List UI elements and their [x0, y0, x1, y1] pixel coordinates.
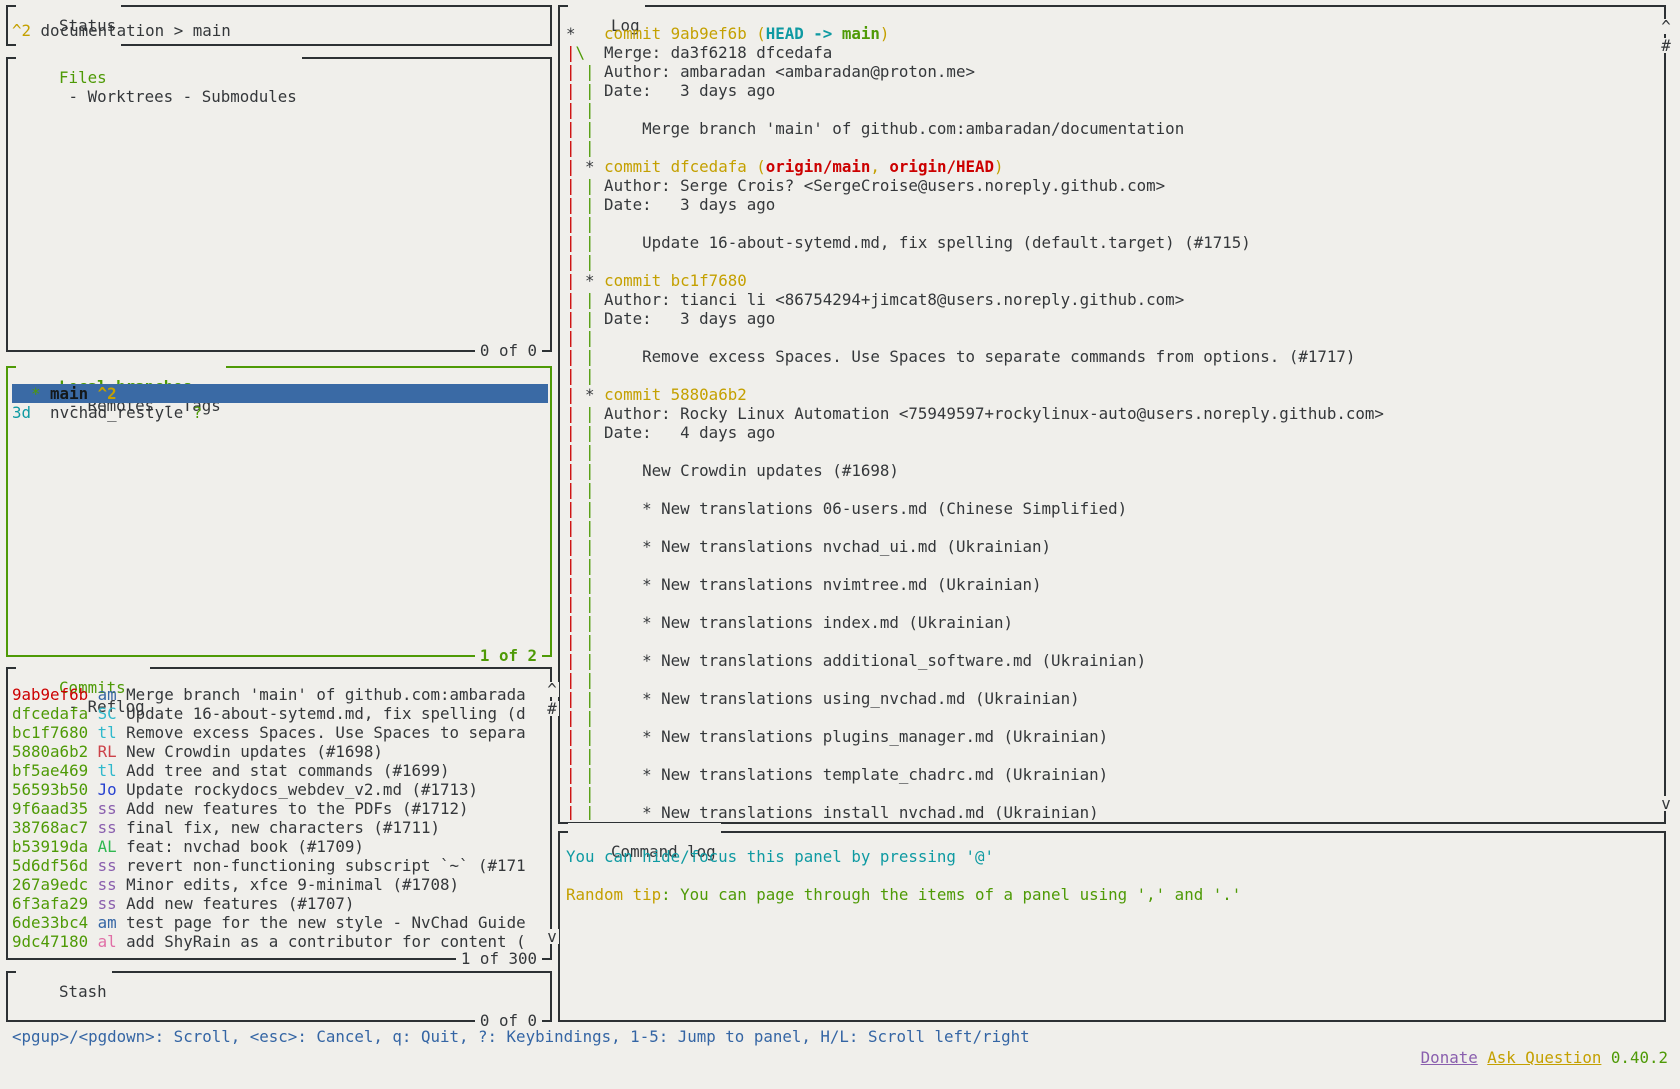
commit-row[interactable]: b53919da AL feat: nvchad book (#1709)	[12, 837, 548, 856]
branches-count: 1 of 2	[475, 646, 542, 665]
log-row[interactable]: | | Update 16-about-sytemd.md, fix spell…	[566, 233, 1662, 252]
branch-row[interactable]: * main ^2	[12, 384, 548, 403]
status-panel[interactable]: Status ^2 documentation > main	[6, 5, 552, 46]
log-row[interactable]: | | * New translations nvchad_ui.md (Ukr…	[566, 537, 1662, 556]
log-row[interactable]: | |	[566, 442, 1662, 461]
commit-row[interactable]: 9ab9ef6b am Merge branch 'main' of githu…	[12, 685, 548, 704]
status-bar-right: Donate Ask Question 0.40.2	[1383, 1026, 1668, 1048]
log-row[interactable]: | | * New translations additional_softwa…	[566, 651, 1662, 670]
scroll-down-icon[interactable]: v	[1659, 796, 1673, 811]
log-row[interactable]: | |	[566, 138, 1662, 157]
log-row[interactable]: | |	[566, 366, 1662, 385]
commit-row[interactable]: 6f3afa29 ss Add new features (#1707)	[12, 894, 548, 913]
commits-list: 9ab9ef6b am Merge branch 'main' of githu…	[12, 685, 548, 956]
log-row[interactable]: | |	[566, 746, 1662, 765]
commit-row[interactable]: bc1f7680 tl Remove excess Spaces. Use Sp…	[12, 723, 548, 742]
log-row[interactable]: | | Merge branch 'main' of github.com:am…	[566, 119, 1662, 138]
scroll-up-icon[interactable]: ^	[1659, 19, 1673, 34]
log-panel[interactable]: Log * commit 9ab9ef6b (HEAD -> main)|\ M…	[558, 5, 1666, 824]
commit-row[interactable]: 267a9edc ss Minor edits, xfce 9-minimal …	[12, 875, 548, 894]
status-line: ^2 documentation > main	[12, 21, 548, 40]
log-row[interactable]: | | New Crowdin updates (#1698)	[566, 461, 1662, 480]
log-row[interactable]: | |	[566, 328, 1662, 347]
log-row[interactable]: |\ Merge: da3f6218 dfcedafa	[566, 43, 1662, 62]
log-row[interactable]: | | Author: Serge Crois? <SergeCroise@us…	[566, 176, 1662, 195]
log-row[interactable]: | * commit bc1f7680	[566, 271, 1662, 290]
donate-link[interactable]: Donate	[1421, 1048, 1478, 1067]
scroll-down-icon[interactable]: v	[545, 929, 559, 944]
log-row[interactable]: | * commit 5880a6b2	[566, 385, 1662, 404]
status-content: ^2 documentation > main	[12, 21, 548, 42]
commit-row[interactable]: 6de33bc4 am test page for the new style …	[12, 913, 548, 932]
log-row[interactable]: | |	[566, 632, 1662, 651]
log-row[interactable]: | | * New translations install_nvchad.md…	[566, 803, 1662, 820]
log-row[interactable]: | |	[566, 556, 1662, 575]
log-row[interactable]: | |	[566, 594, 1662, 613]
log-row[interactable]: | | Author: Rocky Linux Automation <7594…	[566, 404, 1662, 423]
ask-question-link[interactable]: Ask Question	[1487, 1048, 1601, 1067]
commit-row[interactable]: 38768ac7 ss final fix, new characters (#…	[12, 818, 548, 837]
log-row[interactable]: * commit 9ab9ef6b (HEAD -> main)	[566, 24, 1662, 43]
lazygit-terminal: { "palette":{ "bg":"#f0efeb","fg":"#3437…	[0, 0, 1680, 1050]
commit-row[interactable]: dfcedafa SC Update 16-about-sytemd.md, f…	[12, 704, 548, 723]
log-row[interactable]: | |	[566, 214, 1662, 233]
log-row[interactable]: | | * New translations nvimtree.md (Ukra…	[566, 575, 1662, 594]
log-row[interactable]: | | * New translations 06-users.md (Chin…	[566, 499, 1662, 518]
log-row[interactable]: | |	[566, 708, 1662, 727]
log-row[interactable]: | | * New translations template_chadrc.m…	[566, 765, 1662, 784]
commit-row[interactable]: bf5ae469 tl Add tree and stat commands (…	[12, 761, 548, 780]
log-graph: * commit 9ab9ef6b (HEAD -> main)|\ Merge…	[566, 24, 1662, 820]
scrollbar-thumb-icon[interactable]: #	[545, 701, 559, 716]
keybindings-help: <pgup>/<pgdown>: Scroll, <esc>: Cancel, …	[12, 1026, 1030, 1048]
command-log-panel[interactable]: Command log You can hide/focus this pane…	[558, 831, 1666, 1022]
log-row[interactable]: | | * New translations using_nvchad.md (…	[566, 689, 1662, 708]
log-row[interactable]: | | Date: 3 days ago	[566, 81, 1662, 100]
log-row[interactable]: | | * New translations plugins_manager.m…	[566, 727, 1662, 746]
log-row[interactable]: | | Date: 3 days ago	[566, 309, 1662, 328]
command-log-content: You can hide/focus this panel by pressin…	[566, 847, 1662, 1018]
log-row[interactable]: | |	[566, 100, 1662, 119]
commits-panel[interactable]: Commits - Reflog 9ab9ef6b am Merge branc…	[6, 667, 552, 960]
scrollbar-thumb-icon[interactable]: #	[1659, 38, 1673, 53]
scroll-up-icon[interactable]: ^	[545, 682, 559, 697]
version-label: 0.40.2	[1611, 1048, 1668, 1067]
log-row[interactable]: | |	[566, 518, 1662, 537]
command-log-line: Random tip: You can page through the ite…	[566, 885, 1662, 904]
commit-row[interactable]: 5d6df56d ss revert non-functioning subsc…	[12, 856, 548, 875]
commit-row[interactable]: 56593b50 Jo Update rockydocs_webdev_v2.m…	[12, 780, 548, 799]
log-row[interactable]: | | Date: 4 days ago	[566, 423, 1662, 442]
log-row[interactable]: | | Date: 3 days ago	[566, 195, 1662, 214]
log-row[interactable]: | |	[566, 784, 1662, 803]
log-row[interactable]: | | Author: ambaradan <ambaradan@proton.…	[566, 62, 1662, 81]
log-row[interactable]: | |	[566, 480, 1662, 499]
tabs-worktrees-submodules[interactable]: - Worktrees - Submodules	[59, 87, 297, 106]
command-log-line	[566, 866, 1662, 885]
commit-row[interactable]: 5880a6b2 RL New Crowdin updates (#1698)	[12, 742, 548, 761]
commit-row[interactable]: 9f6aad35 ss Add new features to the PDFs…	[12, 799, 548, 818]
tab-files[interactable]: Files	[59, 68, 107, 87]
branches-panel[interactable]: Local branches - Remotes - Tags * main ^…	[6, 366, 552, 657]
files-count: 0 of 0	[475, 341, 542, 360]
files-panel[interactable]: Files - Worktrees - Submodules 0 of 0	[6, 57, 552, 352]
command-log-line: You can hide/focus this panel by pressin…	[566, 847, 1662, 866]
stash-panel[interactable]: Stash 0 of 0	[6, 971, 552, 1022]
log-row[interactable]: | | Author: tianci li <86754294+jimcat8@…	[566, 290, 1662, 309]
log-row[interactable]: | |	[566, 670, 1662, 689]
files-panel-tabs: Files - Worktrees - Submodules	[16, 49, 302, 125]
stash-title-label: Stash	[59, 982, 107, 1001]
log-row[interactable]: | | Remove excess Spaces. Use Spaces to …	[566, 347, 1662, 366]
log-row[interactable]: | |	[566, 252, 1662, 271]
status-bar: <pgup>/<pgdown>: Scroll, <esc>: Cancel, …	[0, 1026, 1680, 1048]
stash-panel-title: Stash	[16, 963, 112, 1020]
log-row[interactable]: | | * New translations index.md (Ukraini…	[566, 613, 1662, 632]
branches-list: * main ^23d nvchad_restyle ?	[12, 384, 548, 653]
commits-count: 1 of 300	[456, 949, 542, 968]
branch-row[interactable]: 3d nvchad_restyle ?	[12, 403, 548, 422]
log-row[interactable]: | * commit dfcedafa (origin/main, origin…	[566, 157, 1662, 176]
